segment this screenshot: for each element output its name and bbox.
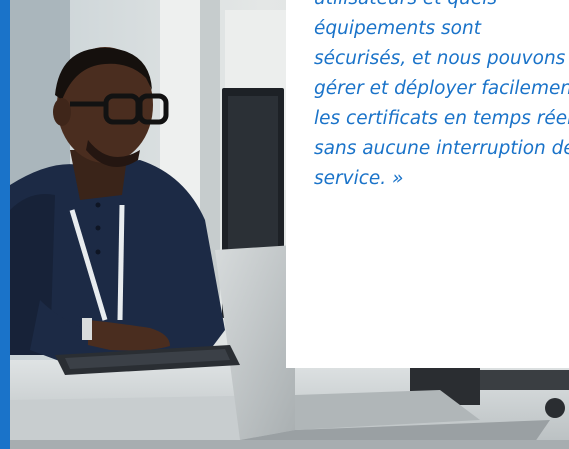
quote-line: sans aucune interruption de [314,138,569,159]
quote-line: sécurisés, et nous pouvons [314,48,566,69]
testimonial-quote: utilisateurs et quels équipements sont s… [314,0,569,194]
quote-line: gérer et déployer facilement [314,78,569,99]
quote-line: service. » [314,168,404,189]
quote-line: utilisateurs et quels [314,0,569,14]
quote-line: les certificats en temps réel [314,108,569,129]
testimonial-section: utilisateurs et quels équipements sont s… [0,0,569,449]
quote-line: équipements sont [314,18,481,39]
quote-card: utilisateurs et quels équipements sont s… [286,0,569,368]
accent-bar [0,0,10,449]
